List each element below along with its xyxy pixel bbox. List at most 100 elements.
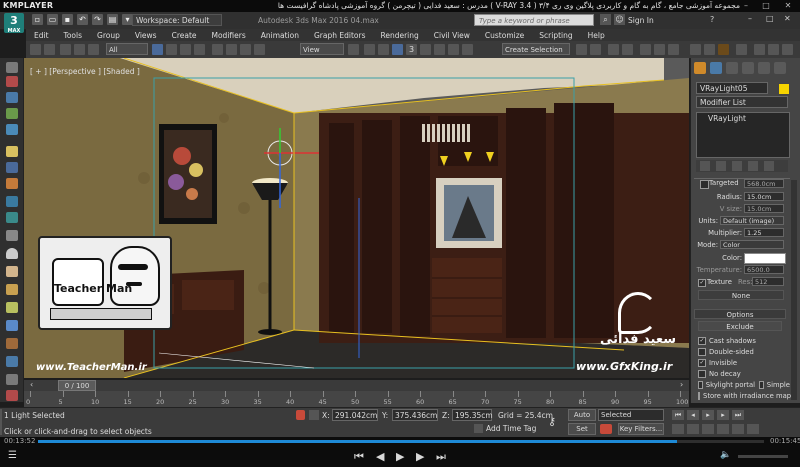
modifier-stack-item[interactable]: VRayLight [708,114,746,123]
align-icon[interactable] [590,44,601,55]
toolbar-extra-icon[interactable] [754,44,765,55]
menu-customize[interactable]: Customize [485,31,524,40]
modify-tab-icon[interactable] [710,62,722,74]
reference-coord-dropdown[interactable]: View [300,43,344,55]
left-tool-icon[interactable] [6,212,18,223]
keyboard-shortcut-icon[interactable] [378,44,389,55]
spinner-snap-icon[interactable] [448,44,459,55]
perspective-viewport[interactable] [24,58,689,378]
option-checkbox[interactable] [698,369,706,378]
display-tab-icon[interactable] [758,62,770,74]
zoom-all-icon[interactable] [687,424,699,434]
rectangular-selection-icon[interactable] [180,44,191,55]
set-key-button[interactable]: Set Key [568,423,596,444]
undo-icon[interactable]: ↶ [77,14,88,25]
object-color-swatch[interactable] [778,83,790,95]
add-time-tag-button[interactable]: Add Time Tag [486,424,536,433]
utilities-tab-icon[interactable] [774,62,786,74]
menu-civil-view[interactable]: Civil View [434,31,470,40]
layer-manager-icon[interactable] [608,44,619,55]
rotate-icon[interactable] [226,44,237,55]
project-folder-icon[interactable]: ▤ [107,14,118,25]
zoom-icon[interactable] [672,424,684,434]
rewind-icon[interactable]: ◀ [376,450,384,463]
skip-forward-icon[interactable]: ⏭ [436,450,446,464]
set-key-big-icon[interactable] [600,424,612,434]
left-tool-icon[interactable] [6,266,18,277]
left-tool-icon[interactable] [6,196,18,207]
option-cast-shadows[interactable]: ✓ Cast shadows [698,335,790,346]
menu-group[interactable]: Group [97,31,120,40]
redo-toolbar-icon[interactable] [44,44,55,55]
unlink-icon[interactable] [74,44,85,55]
next-frame-icon[interactable]: ▸ [717,410,729,420]
option-checkbox[interactable]: ✓ [698,336,706,345]
create-tab-icon[interactable] [694,62,706,74]
object-name-field[interactable]: VRayLight05 [696,82,768,94]
temperature-field[interactable]: 6500.0 [744,265,784,274]
named-selection-set-dropdown[interactable]: Create Selection Se [502,43,570,66]
key-icon[interactable]: ⚷ [548,415,556,428]
motion-tab-icon[interactable] [742,62,754,74]
placement-icon[interactable] [254,44,265,55]
option-checkbox[interactable] [698,347,706,356]
absolute-offset-icon[interactable] [309,410,319,420]
left-tool-icon[interactable] [6,338,18,349]
help-icon[interactable]: ? [710,15,714,24]
multiplier-field[interactable]: 1.25 [744,228,784,237]
y-coordinate-field[interactable]: 375.436cm [392,409,438,421]
move-icon[interactable] [212,44,223,55]
texture-checkbox[interactable]: ✓ [698,279,706,287]
angle-snap-icon[interactable] [420,44,431,55]
selection-filter-dropdown[interactable]: All [106,43,148,55]
select-by-name-icon[interactable] [166,44,177,55]
light-color-swatch[interactable] [744,253,786,264]
kmplayer-menu-icon[interactable]: ☰ [8,450,17,461]
res-field[interactable]: 512 [752,277,784,286]
menu-tools[interactable]: Tools [64,31,82,40]
left-tool-icon[interactable] [6,162,18,173]
left-tool-icon[interactable] [6,284,18,295]
redo-icon[interactable]: ↷ [92,14,103,25]
close-button[interactable]: ✕ [780,0,796,12]
left-tool-icon[interactable] [6,124,18,135]
3d-snap-icon[interactable]: 3 [406,44,417,55]
menu-modifiers[interactable]: Modifiers [212,31,246,40]
maximize-button[interactable]: □ [758,0,774,12]
window-crossing-icon[interactable] [194,44,205,55]
minimize-button[interactable]: – [738,0,754,12]
z-coordinate-field[interactable]: 195.35cm [452,409,493,421]
workspace-dropdown[interactable]: Workspace: Default [132,14,222,26]
menu-graph-editors[interactable]: Graph Editors [314,31,366,40]
maximize-viewport-icon[interactable] [747,424,759,434]
left-tool-icon[interactable] [6,108,18,119]
undo-toolbar-icon[interactable] [30,44,41,55]
orbit-icon[interactable] [732,424,744,434]
command-panel-scrollbar[interactable] [791,180,797,400]
vsize-field[interactable]: 15.0cm [744,204,784,213]
skip-back-icon[interactable]: ⏮ [354,450,364,464]
show-end-result-icon[interactable] [716,161,726,171]
options-rollout-header[interactable]: Options [694,309,786,319]
key-mode-dropdown[interactable]: Selected [598,409,664,421]
option-checkbox[interactable]: ✓ [698,358,706,367]
pin-stack-icon[interactable] [700,161,710,171]
search-icon[interactable]: ⌕ [600,14,611,25]
max-application-button[interactable]: 3 MAX [4,13,24,34]
menu-animation[interactable]: Animation [261,31,299,40]
menu-help[interactable]: Help [588,31,605,40]
option-skylight-portal[interactable]: Skylight portal Simple [698,379,790,390]
search-input[interactable]: Type a keyword or phrase [474,14,594,26]
material-editor-icon[interactable] [668,44,679,55]
menu-create[interactable]: Create [172,31,197,40]
lock-selection-icon[interactable] [296,410,305,420]
menu-views[interactable]: Views [135,31,157,40]
light-tool-icon[interactable] [6,146,18,157]
sign-in-link[interactable]: Sign In [628,16,654,25]
hierarchy-tab-icon[interactable] [726,62,738,74]
next-frame-arrow-icon[interactable]: › [680,380,683,389]
max-restore-button[interactable]: □ [766,14,774,23]
left-tool-icon[interactable] [6,92,18,103]
snaps-toggle-icon[interactable] [392,44,403,55]
modifier-list-dropdown[interactable]: Modifier List [696,96,788,108]
